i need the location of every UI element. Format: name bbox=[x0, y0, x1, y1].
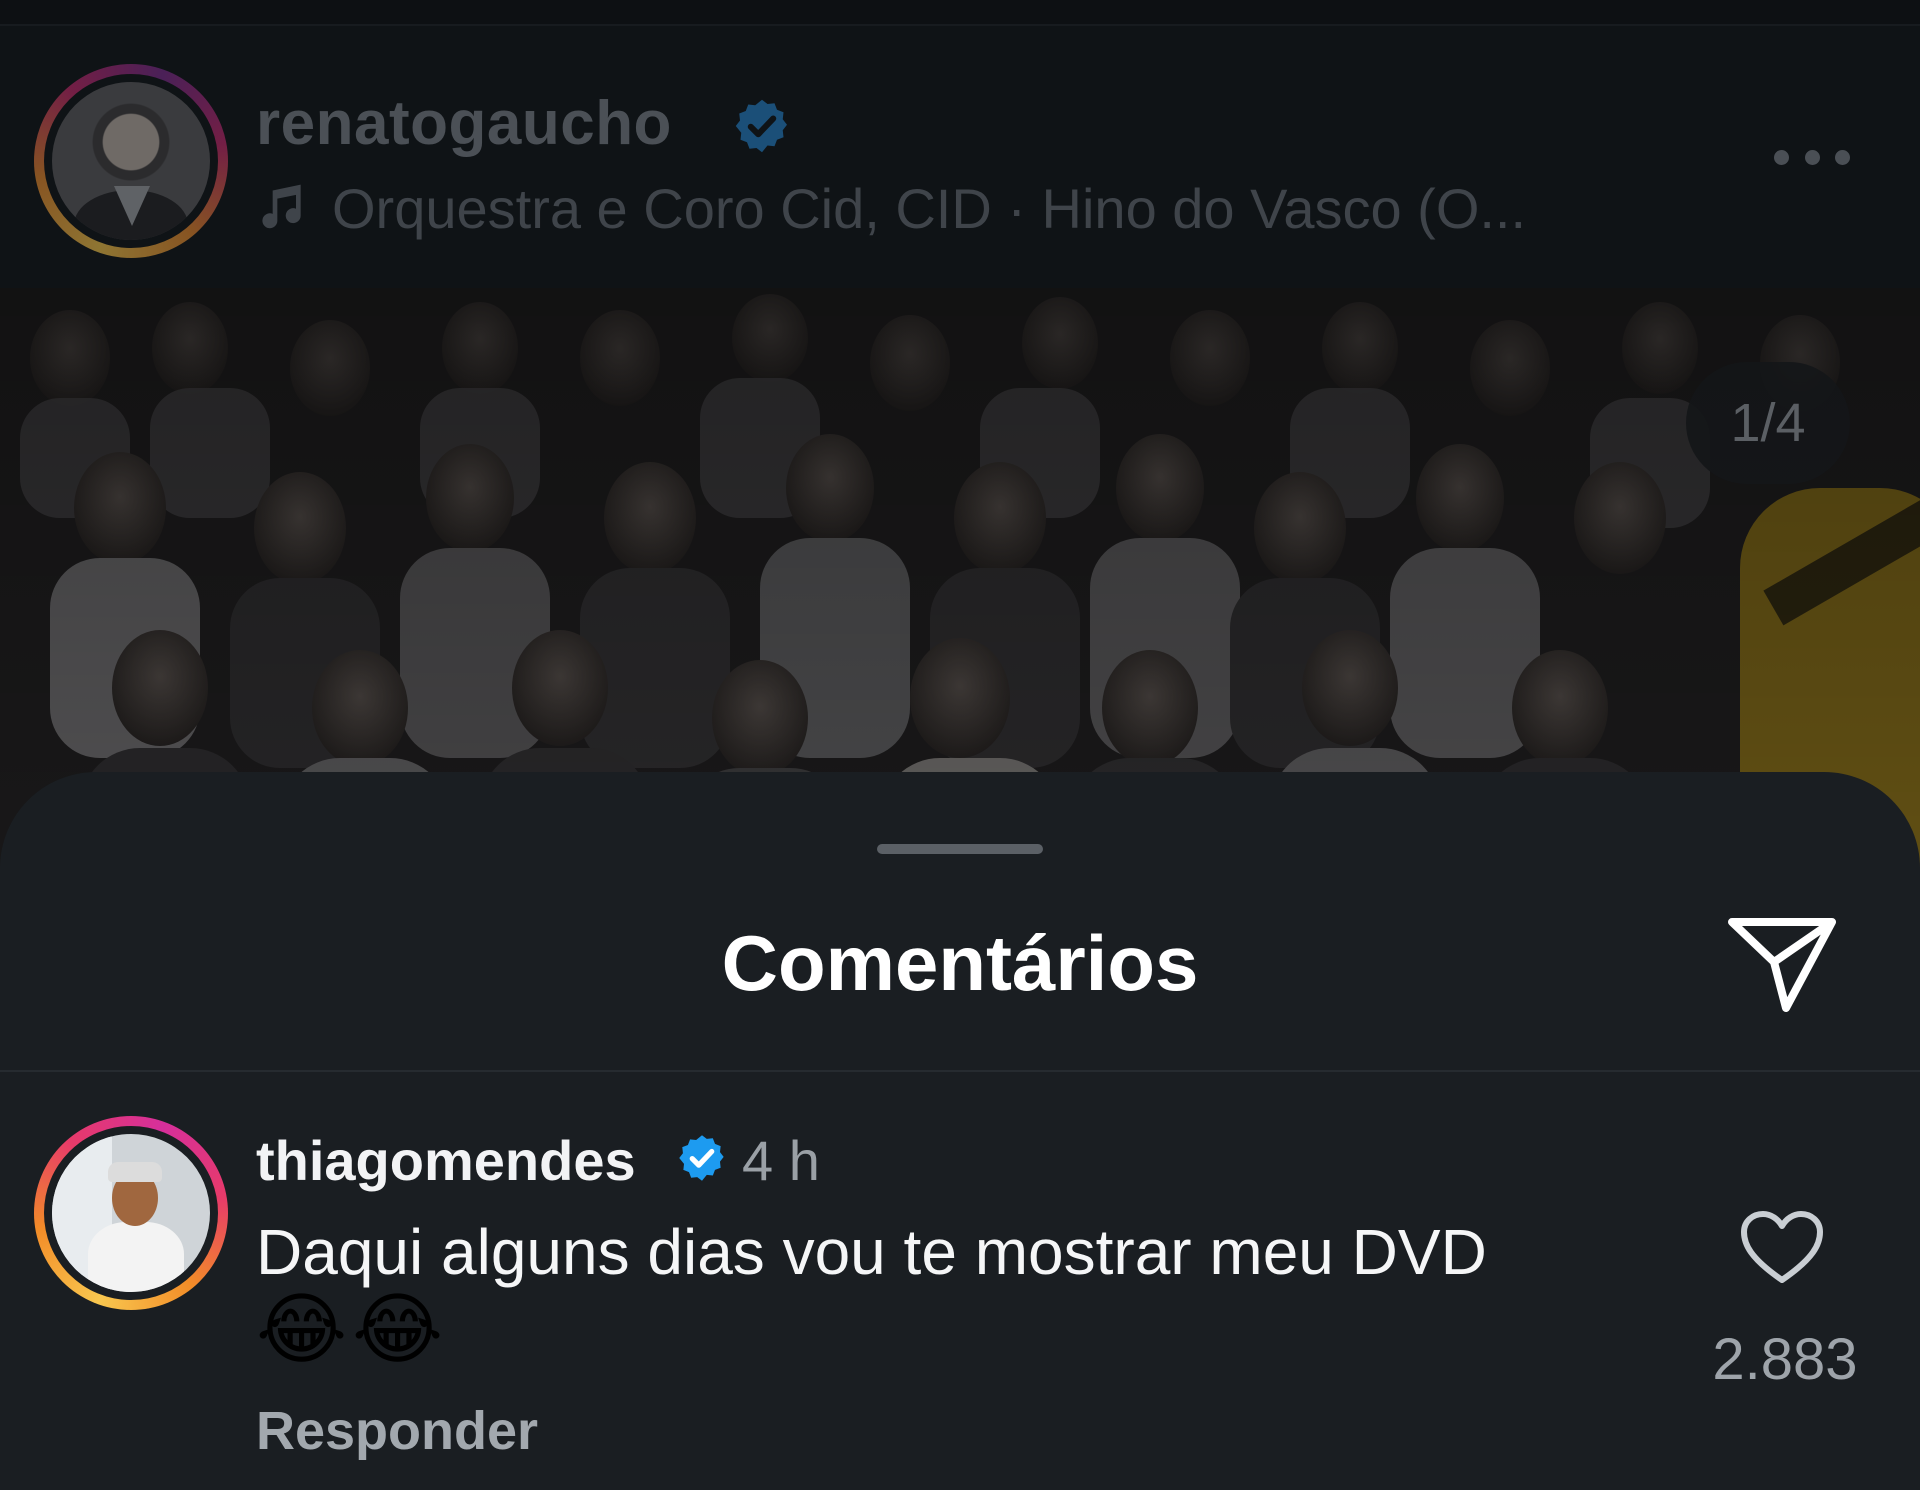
laughing-emoji: 😂 bbox=[352, 1285, 444, 1373]
verified-badge-icon bbox=[679, 1135, 724, 1181]
comment-avatar[interactable] bbox=[52, 1134, 210, 1292]
laughing-emoji: 😂 bbox=[256, 1285, 348, 1373]
comment-timestamp: 4 h bbox=[742, 1129, 820, 1192]
image-counter: 1/4 bbox=[1686, 362, 1850, 484]
comment-username[interactable]: thiagomendes bbox=[256, 1128, 636, 1193]
verified-badge-icon bbox=[735, 99, 787, 153]
share-send-icon[interactable] bbox=[1724, 910, 1842, 1016]
comments-title: Comentários bbox=[721, 919, 1199, 1007]
more-options-icon[interactable] bbox=[1774, 150, 1850, 166]
sheet-divider bbox=[0, 1070, 1920, 1072]
post-avatar[interactable] bbox=[52, 82, 210, 240]
like-count: 2.883 bbox=[1712, 1327, 1858, 1392]
reply-button[interactable]: Responder bbox=[256, 1400, 538, 1462]
screen: renatogaucho Orquestra e Coro Cid, CID ·… bbox=[0, 0, 1920, 1490]
post-username[interactable]: renatogaucho bbox=[256, 88, 672, 159]
comment-text: Daqui alguns dias vou te mostrar meu DVD bbox=[256, 1216, 1487, 1288]
heart-like-icon[interactable] bbox=[1740, 1210, 1824, 1286]
sheet-drag-handle[interactable] bbox=[877, 844, 1043, 854]
music-note-icon bbox=[262, 184, 301, 229]
music-track-label: Orquestra e Coro Cid, CID · Hino do Vasc… bbox=[332, 176, 1527, 240]
music-attribution[interactable]: Orquestra e Coro Cid, CID · Hino do Vasc… bbox=[254, 172, 1526, 244]
